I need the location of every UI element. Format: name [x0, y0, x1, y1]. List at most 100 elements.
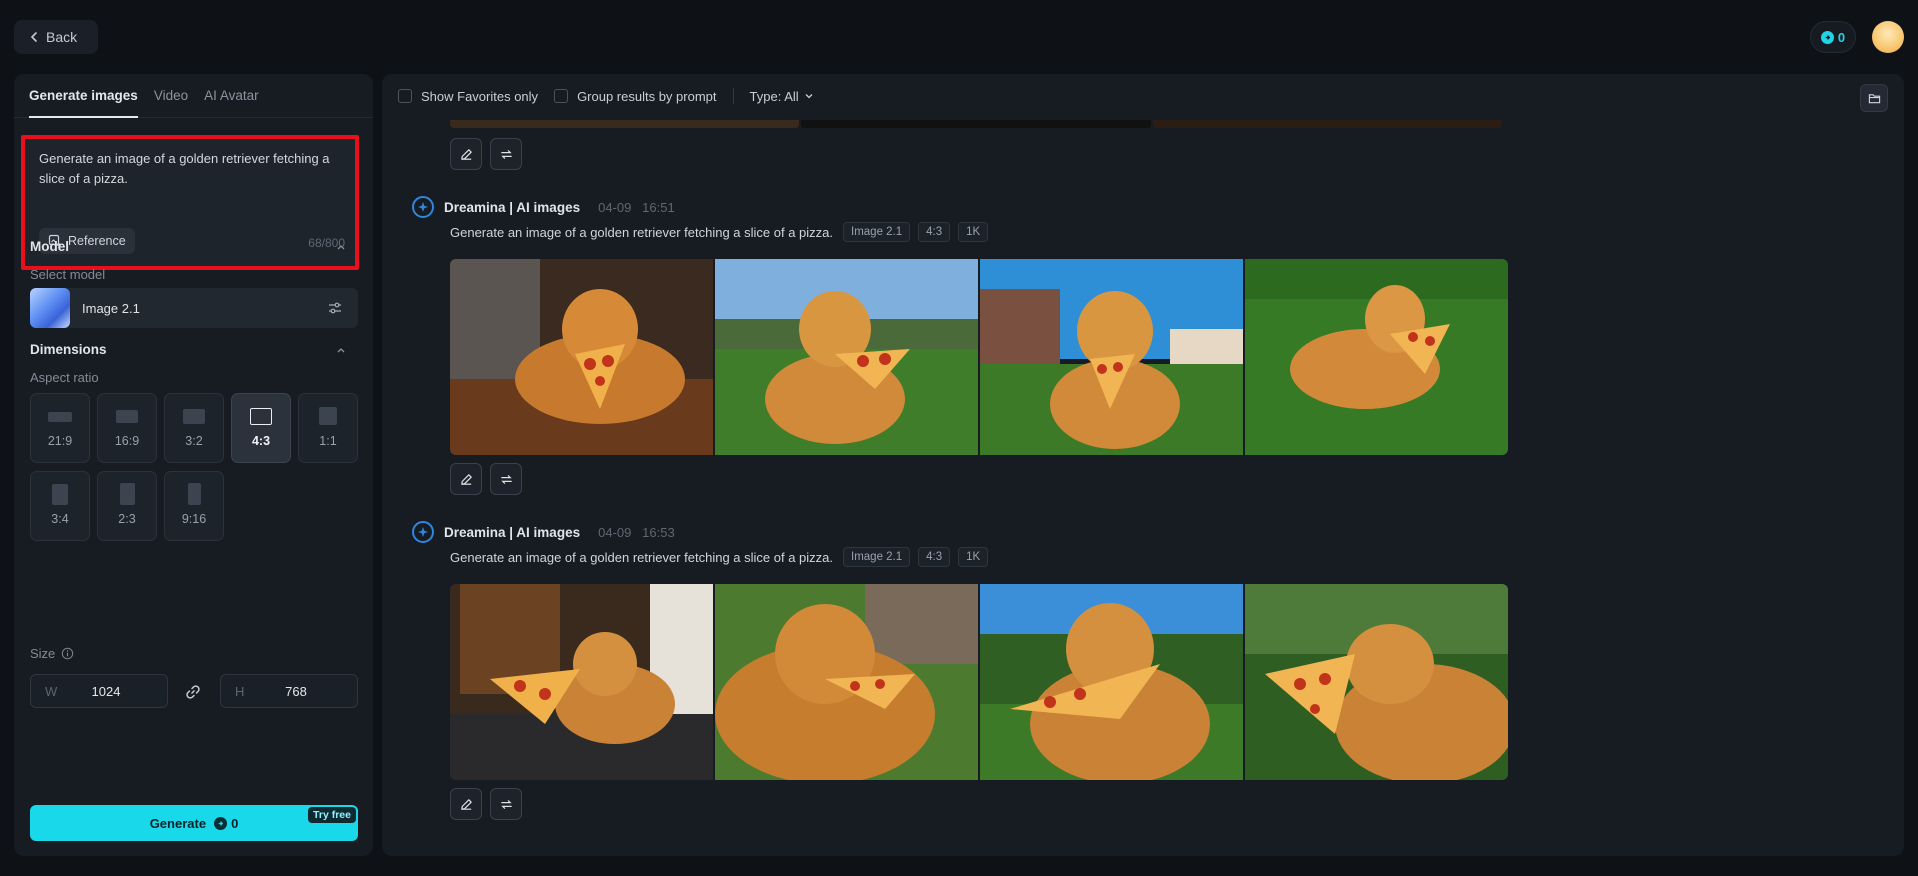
ratio-21-9[interactable]: 21:9: [30, 393, 90, 463]
chevron-left-icon: [30, 32, 37, 42]
folder-button[interactable]: [1860, 84, 1888, 112]
generation-prompt-row: Generate an image of a golden retriever …: [450, 547, 1512, 567]
width-value[interactable]: 1024: [71, 684, 141, 699]
action-row: [450, 788, 522, 820]
ratio-4-3[interactable]: 4:3: [231, 393, 291, 463]
generation-time: 04-09 16:53: [598, 524, 675, 540]
ratio-21-9-shape: [48, 412, 72, 422]
height-value[interactable]: 768: [261, 684, 331, 699]
prompt-input[interactable]: Generate an image of a golden retriever …: [21, 135, 359, 270]
credit-icon: [214, 816, 228, 830]
favorites-checkbox[interactable]: [398, 89, 412, 103]
ratio-16-9[interactable]: 16:9: [97, 393, 157, 463]
model-name: Image 2.1: [82, 300, 140, 316]
generated-image[interactable]: [715, 259, 978, 455]
mode-tabs: Generate images Video AI Avatar: [14, 74, 373, 118]
regenerate-button[interactable]: [490, 138, 522, 170]
height-label: H: [235, 683, 245, 699]
ratio-2-3-shape: [119, 483, 135, 505]
generated-image[interactable]: [715, 584, 978, 780]
group-filter[interactable]: Group results by prompt: [554, 88, 717, 104]
ratio-3-4-shape: [52, 484, 68, 505]
settings-sliders-icon[interactable]: [328, 301, 342, 315]
regenerate-icon: [500, 799, 512, 809]
tab-generate-images[interactable]: Generate images: [29, 88, 138, 118]
ratio-1-1[interactable]: 1:1: [298, 393, 358, 463]
link-icon[interactable]: [184, 683, 202, 701]
avatar[interactable]: [1872, 21, 1904, 53]
ratio-label: 9:16: [181, 512, 207, 526]
select-model-label: Select model: [30, 267, 106, 282]
ratio-3-2-shape: [183, 409, 205, 424]
tab-video[interactable]: Video: [154, 88, 188, 117]
reference-label: Reference: [68, 234, 126, 248]
edit-button[interactable]: [450, 138, 482, 170]
generated-image[interactable]: [980, 259, 1243, 455]
ratio-9-16-shape: [187, 483, 201, 505]
resolution-tag: 1K: [958, 547, 989, 567]
edit-button[interactable]: [450, 463, 482, 495]
favorites-label: Show Favorites only: [421, 88, 539, 104]
regenerate-button[interactable]: [490, 463, 522, 495]
generation-time: 04-09 16:51: [598, 199, 675, 215]
ratio-label: 1:1: [319, 434, 337, 448]
back-button[interactable]: Back: [14, 20, 98, 54]
ratio-label: 2:3: [118, 512, 136, 526]
type-dropdown[interactable]: Type: All: [750, 89, 814, 104]
width-label: W: [45, 683, 58, 699]
edit-icon: [460, 798, 472, 810]
generation-panel: Generate images Video AI Avatar Generate…: [14, 74, 373, 856]
generated-image[interactable]: [1245, 584, 1508, 780]
ratio-9-16[interactable]: 9:16: [164, 471, 224, 541]
favorites-filter[interactable]: Show Favorites only: [398, 89, 538, 104]
regenerate-button[interactable]: [490, 788, 522, 820]
chevron-up-icon[interactable]: [335, 344, 347, 356]
credits-badge[interactable]: 0: [1810, 21, 1856, 53]
filter-bar: Show Favorites only Group results by pro…: [398, 88, 814, 104]
generated-image[interactable]: [450, 584, 713, 780]
aspect-ratio-label: Aspect ratio: [30, 370, 99, 385]
group-checkbox[interactable]: [554, 89, 569, 103]
generation-card: Dreamina | AI images 04-09 16:53 Generat…: [412, 521, 1512, 780]
edit-icon: [460, 473, 472, 485]
ratio-tag: 4:3: [918, 547, 951, 567]
ratio-4-3-shape: [250, 408, 272, 425]
model-tag: Image 2.1: [843, 222, 911, 242]
generate-button[interactable]: Generate 0 Try free: [30, 805, 358, 841]
chevron-up-icon[interactable]: [335, 241, 347, 253]
chevron-down-icon: [805, 94, 813, 99]
height-field[interactable]: H 768: [220, 674, 358, 708]
ratio-3-4[interactable]: 3:4: [30, 471, 90, 541]
info-icon[interactable]: [61, 647, 74, 660]
try-free-badge: Try free: [308, 807, 356, 823]
model-tag: Image 2.1: [843, 547, 911, 567]
generation-header: Dreamina | AI images 04-09 16:53: [412, 521, 1512, 543]
ratio-2-3[interactable]: 2:3: [97, 471, 157, 541]
edit-button[interactable]: [450, 788, 482, 820]
prompt-text[interactable]: Generate an image of a golden retriever …: [39, 149, 341, 189]
size-label-text: Size: [30, 646, 56, 661]
ratio-1-1-shape: [319, 407, 337, 425]
filter-divider: [732, 88, 734, 104]
previous-results-strip: [450, 120, 1502, 128]
image-grid: [450, 259, 1512, 455]
generate-cost-value: 0: [231, 815, 239, 831]
edit-icon: [460, 148, 472, 160]
generated-image[interactable]: [1245, 259, 1508, 455]
ratio-label: 3:2: [185, 434, 203, 448]
credits-count: 0: [1837, 29, 1846, 45]
model-selector[interactable]: Image 2.1: [30, 288, 358, 328]
regenerate-icon: [500, 149, 512, 159]
generation-author: Dreamina | AI images: [444, 524, 581, 540]
regenerate-icon: [500, 474, 512, 484]
generation-card: Dreamina | AI images 04-09 16:51 Generat…: [412, 196, 1512, 455]
back-label: Back: [46, 29, 78, 45]
ratio-3-2[interactable]: 3:2: [164, 393, 224, 463]
tab-ai-avatar[interactable]: AI Avatar: [204, 88, 259, 117]
group-label: Group results by prompt: [577, 88, 717, 104]
width-field[interactable]: W 1024: [30, 674, 168, 708]
generated-image[interactable]: [450, 259, 713, 455]
generated-image[interactable]: [980, 584, 1243, 780]
generation-prompt: Generate an image of a golden retriever …: [450, 224, 833, 240]
generation-header: Dreamina | AI images 04-09 16:51: [412, 196, 1512, 218]
